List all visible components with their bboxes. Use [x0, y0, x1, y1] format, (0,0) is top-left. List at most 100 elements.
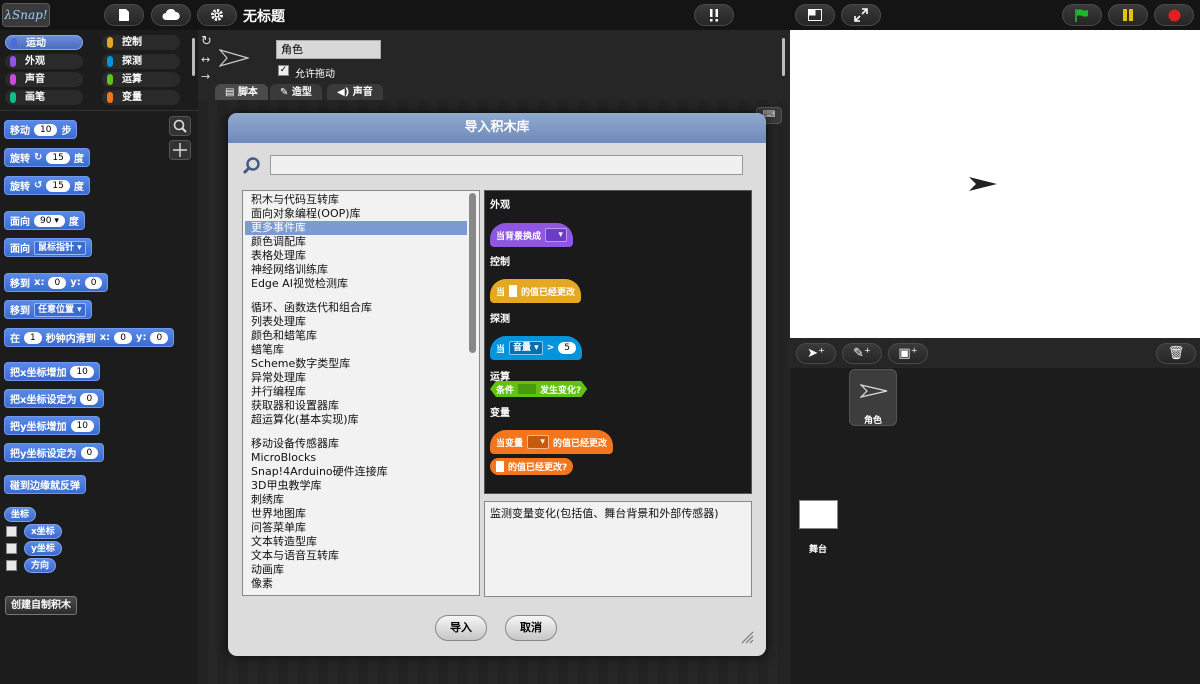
list-item[interactable]: 3D甲虫教学库	[245, 479, 467, 493]
category-pen[interactable]: 画笔	[5, 90, 83, 105]
ypos-checkbox[interactable]	[6, 543, 17, 554]
list-item[interactable]: Snap!4Arduino硬件连接库	[245, 465, 467, 479]
list-item[interactable]: 文本转造型库	[245, 535, 467, 549]
glide-block[interactable]: 在 1 秒钟内滑到 x: 0 y: 0	[4, 328, 175, 347]
snap-logo[interactable]: λSnap!	[2, 3, 50, 27]
category-control[interactable]: 控制	[102, 35, 180, 50]
position-reporter[interactable]: 坐标	[4, 507, 37, 522]
list-item[interactable]: 表格处理库	[245, 249, 467, 263]
stage-size-button[interactable]	[795, 4, 835, 26]
library-list[interactable]: 积木与代码互转库 面向对象编程(OOP)库 更多事件库 颜色调配库 表格处理库 …	[242, 190, 480, 596]
category-looks[interactable]: 外观	[5, 54, 83, 69]
sprite-name-input[interactable]: 角色	[276, 40, 381, 59]
cloud-menu-button[interactable]	[151, 4, 191, 26]
trash-button[interactable]: 🗑	[1156, 343, 1196, 364]
turn-cw-block[interactable]: 旋转 ↻ 15 度	[4, 148, 90, 167]
list-item[interactable]: 动画库	[245, 563, 467, 577]
cancel-button[interactable]: 取消	[505, 615, 557, 641]
snap-ide: λSnap! 无标题 运动 控制 外观 探测 声音 运算 画笔 变量 移动 10…	[0, 0, 1200, 684]
unused-blocks-button[interactable]	[694, 4, 734, 26]
list-item-selected[interactable]: 更多事件库	[245, 221, 467, 235]
list-item[interactable]: 神经网络训练库	[245, 263, 467, 277]
list-item[interactable]: 蜡笔库	[245, 343, 467, 357]
category-operators[interactable]: 运算	[102, 72, 180, 87]
rotate-style-full-icon[interactable]: ↻	[201, 34, 212, 49]
move-steps-input[interactable]: 10	[34, 123, 58, 136]
resize-handle-icon[interactable]	[740, 630, 754, 644]
list-item[interactable]: Edge AI视觉检测库	[245, 277, 467, 291]
list-item[interactable]: 获取器和设置器库	[245, 399, 467, 413]
preview-operators-label: 运算	[490, 372, 510, 383]
camera-sprite-button[interactable]: ▣⁺	[888, 343, 928, 364]
search-icon	[242, 157, 260, 175]
stage[interactable]	[790, 30, 1200, 338]
pause-button[interactable]	[1108, 4, 1148, 26]
category-motion[interactable]: 运动	[5, 35, 83, 50]
list-item[interactable]: 世界地图库	[245, 507, 467, 521]
camera-add-icon: ▣⁺	[898, 346, 918, 361]
brush-icon: ✎	[280, 87, 292, 98]
list-item[interactable]: 像素	[245, 577, 467, 591]
point-towards-block[interactable]: 面向 鼠标指针 ▾	[4, 238, 92, 257]
list-item[interactable]: 异常处理库	[245, 371, 467, 385]
fullscreen-button[interactable]	[841, 4, 881, 26]
list-item[interactable]: 文本与语音互转库	[245, 549, 467, 563]
list-item[interactable]: 颜色和蜡笔库	[245, 329, 467, 343]
palette-search-button[interactable]	[169, 116, 191, 136]
direction-reporter[interactable]: 方向	[24, 558, 57, 573]
palette-resize-handle[interactable]	[192, 38, 195, 76]
library-preview: 外观 当背景换成 ▾ 控制 当的值已经更改 探测 当音量 ▾ >5 运算 条件 发生…	[484, 190, 752, 494]
bounce-block[interactable]: 碰到边缘就反弹	[4, 475, 86, 494]
set-x-block[interactable]: 把x坐标设定为 0	[4, 389, 105, 408]
move-block[interactable]: 移动 10 步	[4, 120, 78, 139]
list-item[interactable]: MicroBlocks	[245, 451, 467, 465]
list-item[interactable]: 并行编程库	[245, 385, 467, 399]
category-variables[interactable]: 变量	[102, 90, 180, 105]
sprite-bar-resize-handle[interactable]	[782, 38, 785, 76]
add-turtle-sprite-button[interactable]: ➤⁺	[796, 343, 836, 364]
file-menu-button[interactable]	[104, 4, 144, 26]
goto-block[interactable]: 移到 任意位置 ▾	[4, 300, 92, 319]
list-item[interactable]: 循环、函数迭代和组合库	[245, 301, 467, 315]
stage-thumbnail[interactable]	[799, 500, 838, 529]
project-title: 无标题	[243, 9, 285, 25]
category-sound[interactable]: 声音	[5, 72, 83, 87]
direction-checkbox[interactable]	[6, 560, 17, 571]
turn-ccw-block[interactable]: 旋转 ↺ 15 度	[4, 176, 90, 195]
list-item[interactable]: 颜色调配库	[245, 235, 467, 249]
list-item[interactable]: 超运算化(基本实现)库	[245, 413, 467, 427]
green-flag-button[interactable]	[1062, 4, 1102, 26]
preview-variables-reporter: 的值已经更改?	[490, 458, 574, 475]
library-search-input[interactable]	[270, 155, 743, 175]
rotate-style-flip-icon[interactable]: ↔	[201, 53, 210, 66]
import-button[interactable]: 导入	[435, 615, 487, 641]
list-item[interactable]: Scheme数字类型库	[245, 357, 467, 371]
list-item[interactable]: 刺绣库	[245, 493, 467, 507]
stop-button[interactable]	[1154, 4, 1194, 26]
make-block-button[interactable]: 创建自制积木	[5, 596, 77, 615]
rotate-style-none-icon[interactable]: →	[201, 70, 210, 83]
settings-menu-button[interactable]	[197, 4, 237, 26]
ypos-reporter[interactable]: y坐标	[24, 541, 62, 556]
list-item[interactable]: 积木与代码互转库	[245, 193, 467, 207]
goto-xy-block[interactable]: 移到 x: 0 y: 0	[4, 273, 109, 292]
change-x-block[interactable]: 把x坐标增加 10	[4, 362, 100, 381]
sprite-arrow-icon[interactable]	[968, 176, 998, 192]
draggable-checkbox[interactable]: ✓	[278, 65, 289, 76]
list-item[interactable]: 面向对象编程(OOP)库	[245, 207, 467, 221]
list-item[interactable]: 问答菜单库	[245, 521, 467, 535]
list-item[interactable]: 列表处理库	[245, 315, 467, 329]
category-sensing[interactable]: 探测	[102, 54, 180, 69]
stage-thumb-label: 舞台	[809, 545, 828, 555]
xpos-reporter[interactable]: x坐标	[24, 524, 62, 539]
change-y-block[interactable]: 把y坐标增加 10	[4, 416, 100, 435]
list-item[interactable]: 移动设备传感器库	[245, 437, 467, 451]
turtle-icon	[860, 384, 888, 398]
library-list-scrollbar[interactable]	[469, 193, 476, 353]
paint-new-sprite-button[interactable]: ✎⁺	[842, 343, 882, 364]
stage-size-icon	[808, 9, 822, 21]
palette-add-button[interactable]	[169, 140, 191, 160]
set-y-block[interactable]: 把y坐标设定为 0	[4, 443, 105, 462]
xpos-checkbox[interactable]	[6, 526, 17, 537]
point-direction-block[interactable]: 面向 90 ▾ 度	[4, 211, 85, 230]
